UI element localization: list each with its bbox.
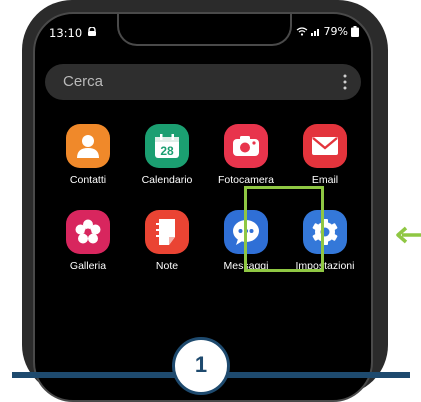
pointer-arrow-icon <box>396 226 421 244</box>
app-label: Galleria <box>69 260 107 272</box>
app-galleria[interactable]: Galleria <box>48 210 128 290</box>
app-label: Email <box>311 174 339 186</box>
app-label: Contatti <box>69 174 107 186</box>
lock-icon <box>88 27 96 36</box>
app-contatti[interactable]: Contatti <box>48 124 128 204</box>
status-bar: 13:10 79% <box>35 14 371 50</box>
camera-icon <box>224 124 268 168</box>
calendar-icon: 28 <box>145 124 189 168</box>
app-label: Note <box>155 260 179 272</box>
battery-percent: 79% <box>323 25 348 38</box>
search-bar[interactable]: Cerca <box>45 64 361 100</box>
battery-icon <box>351 26 359 37</box>
status-time: 13:10 <box>49 26 83 40</box>
more-options-icon[interactable] <box>343 72 347 92</box>
gallery-icon <box>66 210 110 254</box>
app-note[interactable]: Note <box>127 210 207 290</box>
calendar-day: 28 <box>160 144 174 158</box>
search-placeholder: Cerca <box>63 73 104 90</box>
signal-icon <box>310 29 319 36</box>
email-icon <box>303 124 347 168</box>
app-label: Fotocamera <box>217 174 275 186</box>
notes-icon <box>145 210 189 254</box>
app-calendario[interactable]: 28 Calendario <box>127 124 207 204</box>
app-label: Calendario <box>141 174 193 186</box>
step-number: 1 <box>194 352 208 377</box>
camera-notch <box>117 14 292 46</box>
step-badge: 1 <box>172 337 230 395</box>
status-right: 79% <box>296 25 359 38</box>
contacts-icon <box>66 124 110 168</box>
settings-highlight-box <box>244 186 324 272</box>
wifi-icon <box>296 27 307 36</box>
